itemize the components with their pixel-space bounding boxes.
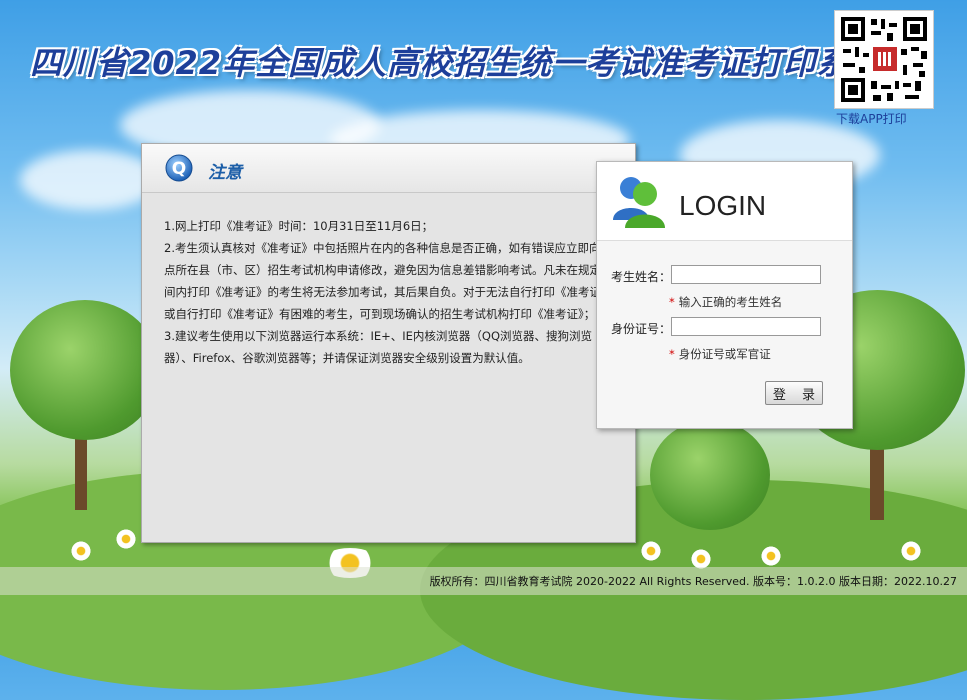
notice-header: Q 注意 — [142, 144, 635, 193]
footer-bar: 版权所有：四川省教育考试院 2020-2022 All Rights Reser… — [0, 567, 967, 595]
download-app-link[interactable]: 下载APP打印 — [836, 110, 907, 127]
notice-item: 1.网上打印《准考证》时间：10月31日至11月6日； — [164, 219, 434, 233]
name-hint: * 输入正确的考生姓名 — [669, 295, 783, 309]
notice-item: 2.考生须认真核对《准考证》中包括照片在内的各种信息是否正确，如有错误应立即向考… — [164, 241, 613, 321]
login-button[interactable]: 登 录 — [765, 381, 823, 405]
page-title: 四川省2022年全国成人高校招生统一考试准考证打印系统 — [30, 44, 883, 82]
notice-item: 3.建议考生使用以下浏览器运行本系统：IE+、IE内核浏览器（QQ浏览器、搜狗浏… — [164, 329, 593, 365]
login-header: LOGIN — [597, 162, 852, 241]
svg-text:Q: Q — [172, 159, 186, 179]
notice-title: 注意 — [208, 163, 242, 183]
login-title: LOGIN — [679, 190, 767, 221]
id-hint: * 身份证号或军官证 — [669, 347, 771, 361]
id-label: 身份证号： — [611, 322, 672, 336]
question-mark-icon: Q — [165, 154, 193, 182]
notice-body: 1.网上打印《准考证》时间：10月31日至11月6日； 2.考生须认真核对《准考… — [142, 193, 635, 369]
name-input[interactable] — [671, 265, 821, 284]
notice-panel: Q 注意 1.网上打印《准考证》时间：10月31日至11月6日； 2.考生须认真… — [141, 143, 636, 543]
qr-code-image — [834, 10, 934, 109]
name-label: 考生姓名： — [611, 270, 672, 284]
qr-code-icon — [835, 11, 933, 108]
copyright-text: 版权所有：四川省教育考试院 2020-2022 All Rights Reser… — [429, 575, 957, 588]
id-number-input[interactable] — [671, 317, 821, 336]
users-icon — [613, 177, 665, 228]
login-panel: LOGIN 考生姓名： * 输入正确的考生姓名 身份证号： * 身份证号或军官证 登… — [596, 161, 853, 429]
